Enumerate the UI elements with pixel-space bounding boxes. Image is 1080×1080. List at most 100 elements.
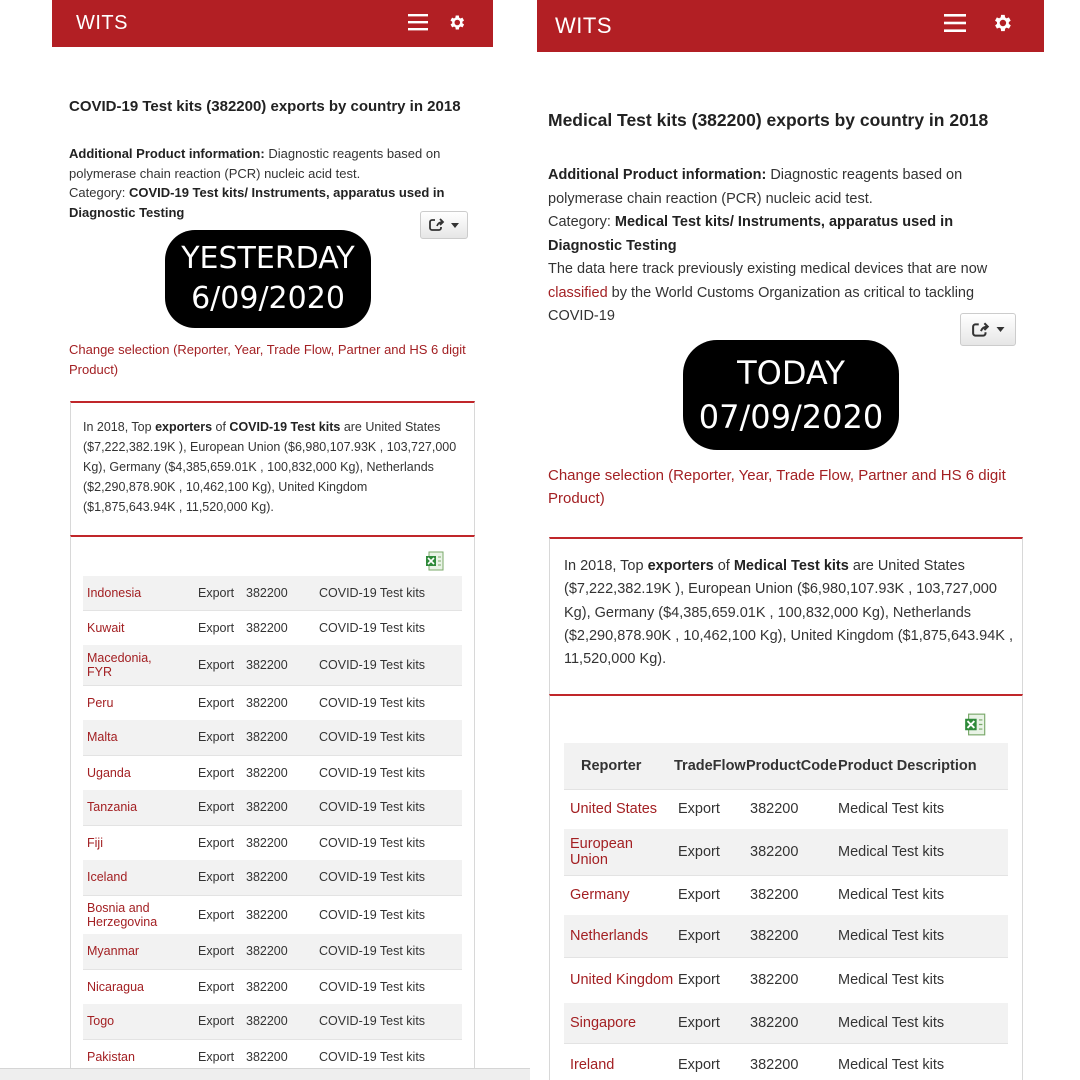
app-logo[interactable]: WITS	[76, 12, 128, 35]
reporter-cell[interactable]: Singapore	[564, 1003, 674, 1043]
reporter-cell[interactable]: Germany	[564, 874, 674, 915]
change-selection-link[interactable]: Change selection (Reporter, Year, Trade …	[69, 340, 489, 380]
share-dropdown-button[interactable]	[420, 211, 468, 239]
productcode-cell: 382200	[242, 894, 315, 934]
exports-table-body: United States Export 382200 Medical Test ki…	[564, 788, 1008, 1080]
productcode-cell: 382200	[242, 934, 315, 969]
app-header: WITS	[537, 0, 1044, 52]
table-row: Iceland Export 382200 COVID-19 Test kits	[83, 860, 462, 895]
caret-down-icon	[996, 327, 1004, 332]
product-description-cell: Medical Test kits	[838, 874, 1008, 915]
stamp-day-label: YESTERDAY	[181, 241, 355, 276]
table-row: Nicaragua Export 382200 COVID-19 Test kits	[83, 968, 462, 1004]
product-description-cell: COVID-19 Test kits	[315, 720, 462, 755]
note-text: The data here track previously existing …	[548, 261, 988, 277]
gear-icon[interactable]	[447, 13, 466, 37]
reporter-cell[interactable]: Kuwait	[83, 609, 180, 645]
product-description-cell: COVID-19 Test kits	[315, 754, 462, 790]
column-header-tradeflow[interactable]: TradeFlow	[674, 743, 746, 789]
exports-table: Indonesia Export 382200 COVID-19 Test kits K…	[83, 576, 462, 1075]
productcode-cell: 382200	[746, 829, 838, 875]
reporter-cell[interactable]: United Kingdom	[564, 956, 674, 1003]
product-description-cell: COVID-19 Test kits	[315, 790, 462, 825]
app-header: WITS	[52, 0, 493, 47]
productcode-cell: 382200	[242, 609, 315, 645]
note-text-end: by the World Customs Organization as cri…	[548, 284, 975, 325]
date-stamp-today: TODAY 07/09/2020	[683, 340, 899, 450]
reporter-cell[interactable]: Macedonia, FYR	[83, 645, 180, 685]
classified-link[interactable]: classified	[548, 285, 608, 301]
productcode-cell: 382200	[242, 790, 315, 825]
reporter-cell[interactable]: United States	[564, 788, 674, 829]
hamburger-icon[interactable]	[408, 13, 428, 36]
table-row: Peru Export 382200 COVID-19 Test kits	[83, 684, 462, 720]
product-description-cell: Medical Test kits	[838, 956, 1008, 1003]
summary-card: In 2018, Top exporters of Medical Test k…	[549, 537, 1023, 697]
app-logo[interactable]: WITS	[555, 13, 612, 39]
bottom-scroll-strip	[0, 1068, 530, 1080]
reporter-cell[interactable]: Tanzania	[83, 790, 180, 825]
productcode-cell: 382200	[746, 1003, 838, 1043]
reporter-cell[interactable]: Indonesia	[83, 576, 180, 610]
product-info: Additional Product information: Diagnost…	[69, 144, 464, 222]
tradeflow-cell: Export	[180, 684, 242, 720]
excel-icon[interactable]	[425, 551, 445, 576]
tradeflow-cell: Export	[674, 915, 746, 957]
productcode-cell: 382200	[242, 968, 315, 1004]
table-row: Uganda Export 382200 COVID-19 Test kits	[83, 754, 462, 790]
column-header-reporter[interactable]: Reporter	[564, 743, 674, 789]
reporter-cell[interactable]: Netherlands	[564, 915, 674, 957]
column-header-productcode[interactable]: ProductCode	[746, 743, 838, 789]
table-row: Singapore Export 382200 Medical Test kits	[564, 1003, 1008, 1043]
hamburger-icon[interactable]	[944, 13, 966, 38]
category-label: Category:	[548, 214, 611, 230]
summary-text: In 2018, Top exporters of Medical Test k…	[564, 558, 1014, 668]
productcode-cell: 382200	[242, 645, 315, 685]
productcode-cell: 382200	[242, 720, 315, 755]
table-row: Germany Export 382200 Medical Test kits	[564, 874, 1008, 915]
tradeflow-cell: Export	[180, 720, 242, 755]
reporter-cell[interactable]: Myanmar	[83, 934, 180, 969]
reporter-cell[interactable]: Ireland	[564, 1042, 674, 1080]
table-header-row: Reporter TradeFlow ProductCode Product D…	[564, 743, 1008, 789]
share-icon	[429, 218, 445, 231]
table-row: United States Export 382200 Medical Test ki…	[564, 788, 1008, 829]
category-text: COVID-19 Test kits/ Instruments, apparat…	[69, 185, 445, 220]
product-description-cell: COVID-19 Test kits	[315, 1004, 462, 1039]
tradeflow-cell: Export	[674, 1003, 746, 1043]
reporter-cell[interactable]: Uganda	[83, 754, 180, 790]
reporter-cell[interactable]: Togo	[83, 1004, 180, 1039]
change-selection-link[interactable]: Change selection (Reporter, Year, Trade …	[548, 464, 1023, 510]
tradeflow-cell: Export	[180, 754, 242, 790]
product-info-label: Additional Product information:	[69, 146, 265, 161]
stamp-day-label: TODAY	[737, 354, 845, 392]
reporter-cell[interactable]: Malta	[83, 720, 180, 755]
exports-table-body: Indonesia Export 382200 COVID-19 Test kits K…	[83, 576, 462, 1075]
reporter-cell[interactable]: Peru	[83, 684, 180, 720]
reporter-cell[interactable]: Iceland	[83, 860, 180, 895]
share-dropdown-button[interactable]	[960, 313, 1016, 346]
tradeflow-cell: Export	[180, 790, 242, 825]
table-row: Togo Export 382200 COVID-19 Test kits	[83, 1004, 462, 1039]
tradeflow-cell: Export	[674, 956, 746, 1003]
table-row: Bosnia and Herzegovina Export 382200 COVID-…	[83, 894, 462, 934]
product-description-cell: Medical Test kits	[838, 829, 1008, 875]
productcode-cell: 382200	[746, 788, 838, 829]
page-title: Medical Test kits (382200) exports by co…	[548, 110, 989, 130]
product-description-cell: Medical Test kits	[838, 1042, 1008, 1080]
reporter-cell[interactable]: Fiji	[83, 824, 180, 860]
excel-icon[interactable]	[964, 713, 987, 741]
reporter-cell[interactable]: Nicaragua	[83, 968, 180, 1004]
product-info-label: Additional Product information:	[548, 167, 767, 183]
caret-down-icon	[451, 222, 459, 228]
reporter-cell[interactable]: European Union	[564, 829, 674, 875]
tradeflow-cell: Export	[180, 860, 242, 895]
table-row: Fiji Export 382200 COVID-19 Test kits	[83, 824, 462, 860]
reporter-cell[interactable]: Bosnia and Herzegovina	[83, 894, 180, 934]
gear-icon[interactable]	[991, 12, 1013, 39]
tradeflow-cell: Export	[180, 1004, 242, 1039]
productcode-cell: 382200	[746, 956, 838, 1003]
column-header-product-description[interactable]: Product Description	[838, 743, 1008, 789]
tradeflow-cell: Export	[180, 824, 242, 860]
product-description-cell: Medical Test kits	[838, 1003, 1008, 1043]
